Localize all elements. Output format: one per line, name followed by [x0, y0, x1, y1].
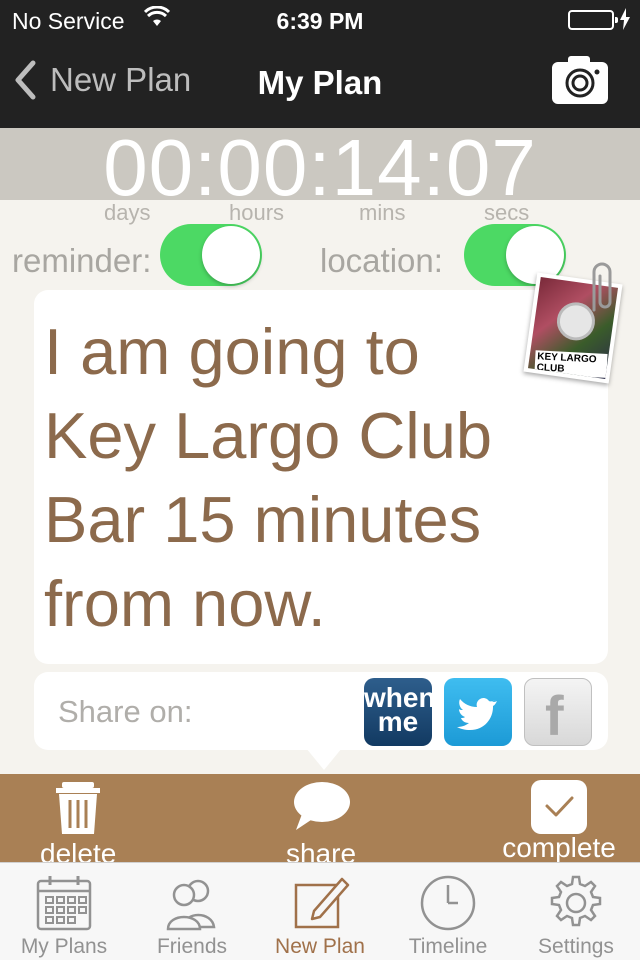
reminder-label: reminder:	[12, 242, 152, 279]
plan-message: I am going to Key Largo Club Bar 15 minu…	[44, 315, 493, 640]
complete-button[interactable]: complete	[500, 778, 618, 863]
twitter-share-button[interactable]	[444, 678, 512, 746]
share-card: Share on: when me f	[34, 672, 608, 750]
trash-icon	[56, 782, 100, 834]
reminder-toggle[interactable]	[160, 224, 262, 286]
countdown-timer: 00:00:14:07	[0, 123, 640, 212]
tab-new-plan[interactable]: New Plan	[256, 863, 384, 960]
facebook-share-button[interactable]: f	[524, 678, 592, 747]
charging-bolt-icon	[620, 8, 630, 36]
clock-icon	[420, 875, 476, 931]
whenme-share-button[interactable]: when me	[364, 678, 436, 746]
compose-icon	[294, 877, 350, 929]
paperclip-icon	[584, 262, 614, 319]
photo-sign-text: KEY LARGO CLUB	[534, 350, 608, 378]
share-button[interactable]: share	[278, 780, 364, 869]
tab-friends[interactable]: Friends	[128, 863, 256, 960]
countdown-units: days hours mins secs	[0, 200, 640, 225]
tab-settings[interactable]: Settings	[512, 863, 640, 960]
action-bar: delete share complete	[0, 774, 640, 869]
complete-label: complete	[502, 832, 616, 863]
tab-bar: My Plans Friends New Plan Timeline Setti…	[0, 862, 640, 960]
checkmark-icon	[531, 780, 587, 834]
plan-message-card: I am going to Key Largo Club Bar 15 minu…	[34, 290, 608, 664]
tab-my-plans[interactable]: My Plans	[0, 863, 128, 960]
whenme-logo-text: when me	[364, 682, 436, 737]
share-pointer	[306, 748, 342, 770]
location-label: location:	[320, 242, 443, 279]
status-time: 6:39 PM	[276, 8, 364, 34]
top-bar: No Service 6:39 PM New Plan My Plan	[0, 0, 640, 128]
status-bar: No Service 6:39 PM	[0, 0, 640, 40]
calendar-icon	[36, 876, 92, 931]
facebook-logo: f	[545, 684, 564, 747]
delete-button[interactable]: delete	[40, 780, 116, 869]
page-title: My Plan	[257, 64, 383, 101]
tab-timeline-label: Timeline	[408, 935, 488, 958]
share-label: Share on:	[58, 694, 193, 729]
tab-timeline[interactable]: Timeline	[384, 863, 512, 960]
navigation-bar: New Plan My Plan	[0, 40, 640, 128]
tab-new-plan-label: New Plan	[275, 935, 365, 958]
twitter-bird-icon	[457, 697, 497, 730]
friends-icon	[166, 879, 216, 931]
reminder-toggle-knob	[202, 226, 260, 284]
camera-button[interactable]	[552, 56, 608, 104]
gear-icon	[550, 875, 602, 927]
battery-icon	[568, 10, 618, 30]
speech-bubble-icon	[294, 782, 350, 830]
tab-settings-label: Settings	[538, 935, 614, 958]
camera-icon	[565, 68, 600, 98]
tab-friends-label: Friends	[156, 935, 228, 958]
tab-my-plans-label: My Plans	[20, 935, 108, 958]
